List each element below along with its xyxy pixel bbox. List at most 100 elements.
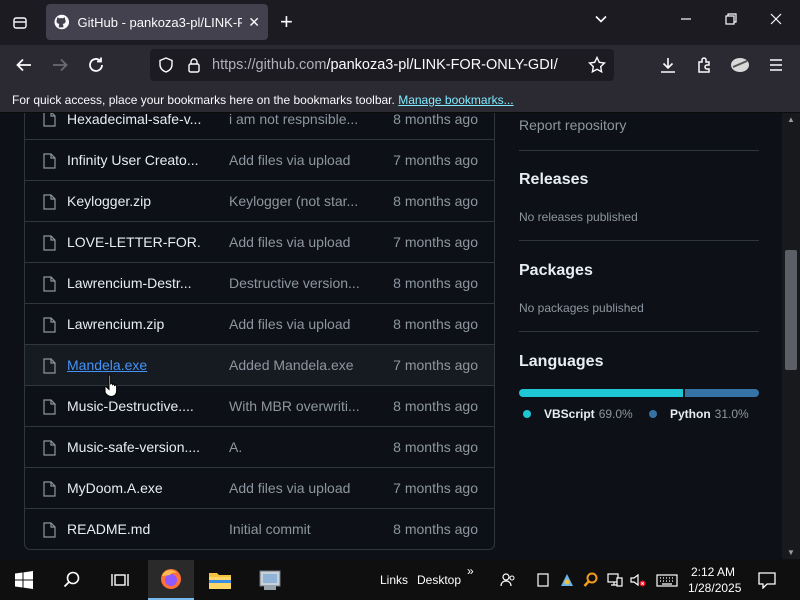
tab-bar: GitHub - pankoza3-pl/LINK-FOR-ONLY-GDI ✕… bbox=[0, 0, 800, 45]
file-name[interactable]: Mandela.exe bbox=[67, 357, 202, 373]
file-row[interactable]: Infinity User Creato... Add files via up… bbox=[25, 139, 494, 180]
minimize-button[interactable] bbox=[680, 12, 692, 28]
scroll-up-arrow-icon[interactable]: ▲ bbox=[787, 115, 795, 124]
commit-date: 8 months ago bbox=[393, 193, 478, 209]
file-row[interactable]: Mandela.exe Added Mandela.exe 7 months a… bbox=[25, 344, 494, 385]
start-button[interactable] bbox=[4, 560, 44, 600]
language-percent: 31.0% bbox=[714, 407, 749, 421]
file-icon bbox=[43, 113, 56, 127]
reload-button[interactable] bbox=[86, 55, 106, 75]
tab-overflow-chevron-icon[interactable] bbox=[594, 12, 608, 29]
manage-bookmarks-link[interactable]: Manage bookmarks... bbox=[398, 93, 513, 107]
file-name[interactable]: Music-Destructive.... bbox=[67, 398, 202, 414]
file-icon bbox=[43, 194, 56, 210]
app-menu-button[interactable] bbox=[766, 55, 786, 75]
commit-message[interactable]: Add files via upload bbox=[229, 234, 359, 250]
file-name[interactable]: LOVE-LETTER-FOR... bbox=[67, 234, 202, 250]
toolbar-overflow-chevron-icon[interactable]: » bbox=[467, 564, 474, 578]
file-row[interactable]: Hexadecimal-safe-v... i am not respnsibl… bbox=[25, 113, 494, 139]
file-row[interactable]: Music-Destructive.... With MBR overwriti… bbox=[25, 385, 494, 426]
report-repository-link[interactable]: Report repository bbox=[519, 117, 626, 133]
list-all-tabs-button[interactable] bbox=[0, 0, 40, 45]
network-icon[interactable] bbox=[607, 572, 623, 588]
packages-heading[interactable]: Packages bbox=[519, 262, 593, 280]
language-color-dot bbox=[649, 410, 657, 418]
account-button[interactable] bbox=[730, 55, 750, 75]
tray-window-icon[interactable] bbox=[535, 572, 551, 588]
tray-search-icon[interactable] bbox=[583, 572, 599, 588]
releases-empty-text: No releases published bbox=[519, 210, 638, 224]
tab-title: GitHub - pankoza3-pl/LINK-FOR-ONLY-GDI bbox=[77, 14, 243, 30]
scrollbar-thumb[interactable] bbox=[785, 250, 797, 370]
notifications-icon[interactable] bbox=[758, 571, 776, 589]
commit-message[interactable]: Destructive version... bbox=[229, 275, 359, 291]
file-row[interactable]: Keylogger.zip Keylogger (not star... 8 m… bbox=[25, 180, 494, 221]
close-window-button[interactable] bbox=[770, 12, 782, 28]
commit-date: 7 months ago bbox=[393, 152, 478, 168]
browser-tab-github[interactable]: GitHub - pankoza3-pl/LINK-FOR-ONLY-GDI ✕ bbox=[46, 4, 268, 40]
desktop-toolbar[interactable]: Desktop bbox=[417, 573, 461, 587]
file-row[interactable]: MyDoom.A.exe Add files via upload 7 mont… bbox=[25, 467, 494, 508]
download-icon bbox=[661, 58, 675, 73]
people-icon[interactable] bbox=[500, 572, 516, 588]
page-scrollbar[interactable]: ▲ ▼ bbox=[782, 113, 800, 559]
divider bbox=[519, 240, 759, 241]
file-name[interactable]: Keylogger.zip bbox=[67, 193, 202, 209]
system-clock[interactable]: 2:12 AM 1/28/2025 bbox=[688, 564, 741, 596]
commit-message[interactable]: Added Mandela.exe bbox=[229, 357, 359, 373]
commit-message[interactable]: Add files via upload bbox=[229, 480, 359, 496]
back-button[interactable] bbox=[14, 55, 34, 75]
file-name[interactable]: Music-safe-version.... bbox=[67, 439, 202, 455]
bookmarks-hint-text: For quick access, place your bookmarks h… bbox=[12, 93, 395, 107]
language-item-vbscript[interactable]: VBScript 69.0% bbox=[523, 407, 633, 421]
file-row[interactable]: Lawrencium.zip Add files via upload 8 mo… bbox=[25, 303, 494, 344]
language-bar-segment-vbscript bbox=[519, 389, 684, 397]
tray-app-icon[interactable] bbox=[559, 572, 575, 588]
file-name[interactable]: Lawrencium-Destr... bbox=[67, 275, 202, 291]
extensions-button[interactable] bbox=[695, 55, 715, 75]
keyboard-icon[interactable] bbox=[656, 572, 678, 588]
tracking-protection-shield-icon[interactable] bbox=[158, 57, 174, 73]
bookmarks-toolbar: For quick access, place your bookmarks h… bbox=[0, 85, 800, 113]
language-item-python[interactable]: Python 31.0% bbox=[649, 407, 749, 421]
commit-message[interactable]: Add files via upload bbox=[229, 152, 359, 168]
links-toolbar[interactable]: Links bbox=[380, 573, 408, 587]
commit-message[interactable]: A. bbox=[229, 439, 359, 455]
taskbar-file-explorer[interactable] bbox=[198, 560, 242, 600]
close-tab-icon[interactable]: ✕ bbox=[248, 14, 260, 31]
downloads-button[interactable] bbox=[658, 55, 678, 75]
app-window-icon bbox=[259, 570, 281, 590]
taskbar-app[interactable] bbox=[248, 560, 292, 600]
commit-date: 7 months ago bbox=[393, 357, 478, 373]
search-button[interactable] bbox=[52, 560, 92, 600]
commit-message[interactable]: i am not respnsible... bbox=[229, 113, 359, 127]
file-row[interactable]: Music-safe-version.... A. 8 months ago bbox=[25, 426, 494, 467]
file-name[interactable]: Infinity User Creato... bbox=[67, 152, 202, 168]
commit-message[interactable]: Add files via upload bbox=[229, 316, 359, 332]
file-row[interactable]: LOVE-LETTER-FOR... Add files via upload … bbox=[25, 221, 494, 262]
file-name[interactable]: Lawrencium.zip bbox=[67, 316, 202, 332]
firefox-icon bbox=[161, 569, 181, 589]
bookmark-star-icon[interactable] bbox=[588, 56, 606, 74]
file-name[interactable]: README.md bbox=[67, 521, 202, 537]
file-row[interactable]: README.md Initial commit 8 months ago bbox=[25, 508, 494, 549]
search-icon bbox=[63, 571, 80, 588]
taskbar-firefox[interactable] bbox=[148, 560, 194, 600]
commit-message[interactable]: With MBR overwriti... bbox=[229, 398, 359, 414]
scroll-down-arrow-icon[interactable]: ▼ bbox=[787, 548, 795, 557]
releases-heading[interactable]: Releases bbox=[519, 171, 588, 189]
file-name[interactable]: MyDoom.A.exe bbox=[67, 480, 202, 496]
restore-button[interactable] bbox=[725, 12, 737, 28]
windows-taskbar: Links Desktop » 2:12 AM 1/28/2025 bbox=[0, 560, 800, 600]
file-row[interactable]: Lawrencium-Destr... Destructive version.… bbox=[25, 262, 494, 303]
new-tab-button[interactable]: + bbox=[280, 10, 293, 34]
task-view-button[interactable] bbox=[100, 560, 140, 600]
lock-icon[interactable] bbox=[186, 57, 202, 73]
file-name[interactable]: Hexadecimal-safe-v... bbox=[67, 113, 202, 127]
commit-message[interactable]: Initial commit bbox=[229, 521, 359, 537]
address-bar[interactable]: https://github.com/pankoza3-pl/LINK-FOR-… bbox=[150, 49, 614, 81]
volume-muted-icon[interactable] bbox=[630, 572, 646, 588]
forward-button[interactable] bbox=[50, 55, 70, 75]
hand-pointer-cursor-icon bbox=[104, 374, 118, 398]
commit-message[interactable]: Keylogger (not star... bbox=[229, 193, 359, 209]
